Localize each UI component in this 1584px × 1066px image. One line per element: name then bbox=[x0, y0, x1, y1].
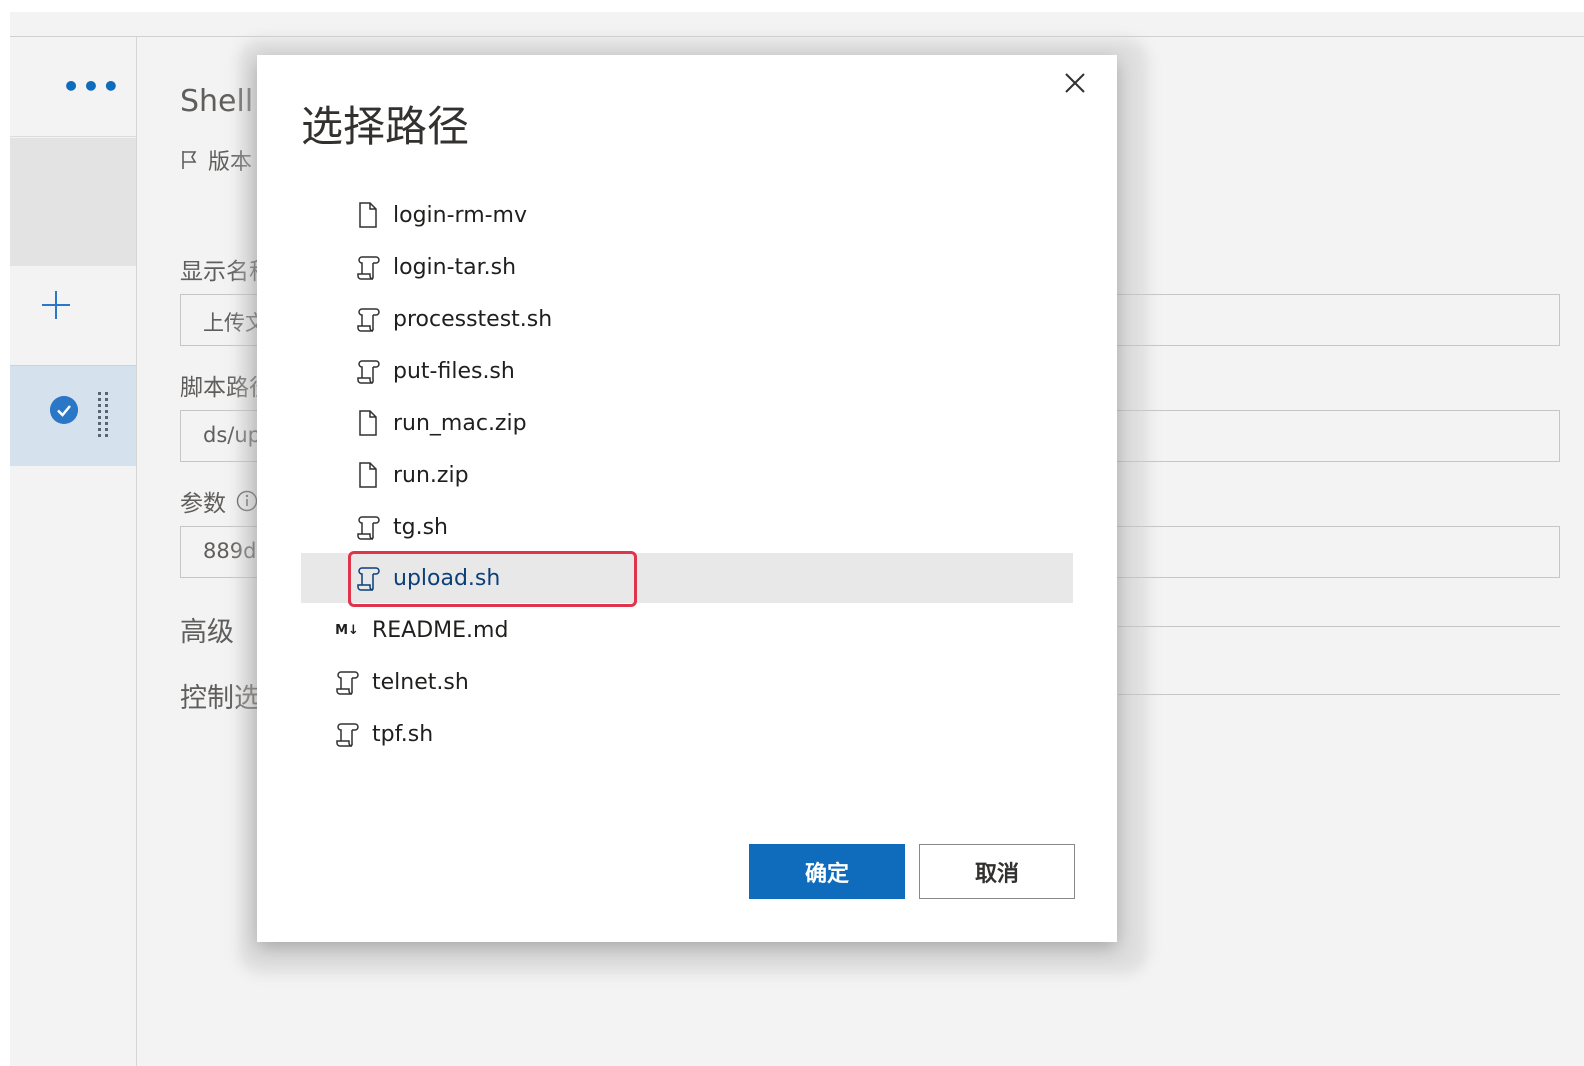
markdown-icon: M↓ bbox=[335, 622, 359, 638]
list-item[interactable]: telnet.sh bbox=[334, 659, 469, 705]
list-item[interactable]: run.zip bbox=[355, 452, 469, 498]
add-icon[interactable] bbox=[40, 289, 72, 321]
script-icon bbox=[334, 720, 360, 748]
select-path-dialog: 选择路径 login-rm-mv login-tar.sh processtes… bbox=[257, 55, 1117, 942]
list-item-label: tg.sh bbox=[393, 514, 448, 540]
file-icon bbox=[355, 409, 381, 437]
top-divider bbox=[10, 36, 1584, 37]
list-item[interactable]: login-rm-mv bbox=[355, 192, 527, 238]
list-item[interactable]: run_mac.zip bbox=[355, 400, 527, 446]
sidebar-selected-step[interactable] bbox=[10, 365, 136, 466]
list-item[interactable]: put-files.sh bbox=[355, 348, 515, 394]
file-icon bbox=[355, 461, 381, 489]
script-icon bbox=[355, 305, 381, 333]
more-options-button[interactable]: ••• bbox=[10, 37, 136, 137]
script-icon bbox=[355, 513, 381, 541]
close-icon[interactable] bbox=[1063, 71, 1087, 95]
highlight-box bbox=[348, 551, 637, 607]
list-item-label: tpf.sh bbox=[372, 721, 434, 747]
drag-handle-icon[interactable] bbox=[96, 390, 110, 440]
sidebar-gray-panel bbox=[10, 138, 136, 266]
list-item-label: processtest.sh bbox=[393, 306, 553, 332]
section-divider bbox=[1118, 626, 1560, 627]
section-divider bbox=[1118, 694, 1560, 695]
list-item[interactable]: processtest.sh bbox=[355, 296, 552, 342]
list-item-label: login-rm-mv bbox=[393, 202, 528, 228]
list-item-label: README.md bbox=[372, 617, 509, 643]
cancel-button[interactable]: 取消 bbox=[919, 844, 1075, 899]
list-item[interactable]: login-tar.sh bbox=[355, 244, 516, 290]
params-label: 参数 bbox=[180, 491, 226, 517]
file-icon bbox=[355, 201, 381, 229]
list-item-label: login-tar.sh bbox=[393, 254, 517, 280]
list-item[interactable]: tg.sh bbox=[355, 504, 448, 550]
script-icon bbox=[334, 668, 360, 696]
list-item-label: telnet.sh bbox=[372, 669, 469, 695]
list-item-label: run_mac.zip bbox=[393, 410, 527, 436]
list-item-label: run.zip bbox=[393, 462, 469, 488]
left-sidebar: ••• bbox=[10, 37, 137, 1066]
dialog-title: 选择路径 bbox=[301, 102, 470, 151]
checkmark-circle-icon bbox=[50, 396, 78, 424]
script-icon bbox=[355, 253, 381, 281]
flag-icon bbox=[182, 151, 197, 169]
list-item[interactable]: M↓ README.md bbox=[334, 607, 508, 653]
ok-button[interactable]: 确定 bbox=[749, 844, 905, 899]
list-item[interactable]: tpf.sh bbox=[334, 711, 433, 757]
script-icon bbox=[355, 357, 381, 385]
list-item-label: put-files.sh bbox=[393, 358, 515, 384]
advanced-section-toggle[interactable]: 高级 bbox=[180, 610, 234, 649]
